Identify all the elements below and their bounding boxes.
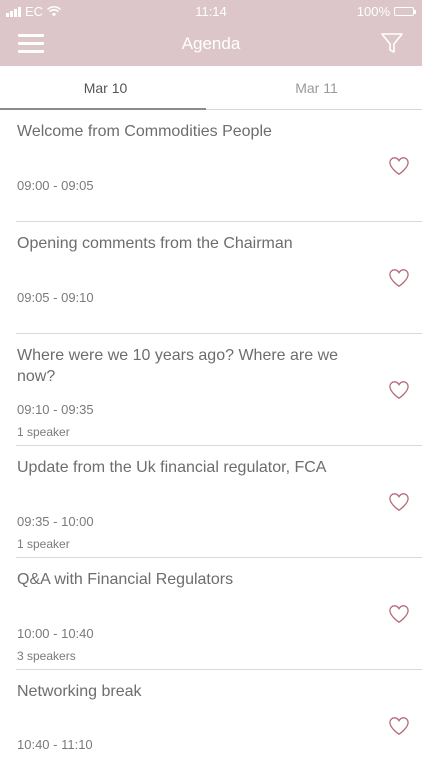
filter-icon[interactable] <box>380 31 404 55</box>
speaker-count: 1 speaker <box>17 425 70 439</box>
list-item[interactable]: Where were we 10 years ago? Where are we… <box>16 334 422 446</box>
agenda-list: Welcome from Commodities People 09:00 - … <box>0 110 422 782</box>
heart-icon[interactable] <box>388 492 410 512</box>
battery-percent: 100% <box>356 4 390 19</box>
session-time: 09:35 - 10:00 <box>17 514 94 529</box>
heart-icon[interactable] <box>388 716 410 736</box>
session-time: 09:00 - 09:05 <box>17 178 94 193</box>
date-tabs: Mar 10 Mar 11 <box>0 66 422 110</box>
session-title: Networking break <box>17 683 142 700</box>
speaker-count: 3 speakers <box>17 649 76 663</box>
nav-bar: Agenda <box>0 22 422 66</box>
battery-icon <box>394 7 416 16</box>
list-item[interactable]: Welcome from Commodities People 09:00 - … <box>16 110 422 222</box>
heart-icon[interactable] <box>388 156 410 176</box>
list-item[interactable]: Networking break 10:40 - 11:10 <box>16 670 422 782</box>
list-item[interactable]: Opening comments from the Chairman 09:05… <box>16 222 422 334</box>
speaker-count: 1 speaker <box>17 537 70 551</box>
session-time: 09:10 - 09:35 <box>17 402 94 417</box>
heart-icon[interactable] <box>388 604 410 624</box>
tab-mar-10[interactable]: Mar 10 <box>0 66 211 110</box>
session-title: Update from the Uk financial regulator, … <box>17 459 327 476</box>
header: EC 11:14 100% Agenda <box>0 0 422 66</box>
list-item[interactable]: Update from the Uk financial regulator, … <box>16 446 422 558</box>
heart-icon[interactable] <box>388 268 410 288</box>
status-bar: EC 11:14 100% <box>0 0 422 22</box>
session-time: 09:05 - 09:10 <box>17 290 94 305</box>
status-right: 100% <box>356 4 416 19</box>
list-item[interactable]: Q&A with Financial Regulators 10:00 - 10… <box>16 558 422 670</box>
session-title: Opening comments from the Chairman <box>17 235 293 252</box>
session-title: Q&A with Financial Regulators <box>17 571 234 588</box>
session-title: Where were we 10 years ago? Where are we… <box>17 347 339 385</box>
session-time: 10:00 - 10:40 <box>17 626 94 641</box>
heart-icon[interactable] <box>388 380 410 400</box>
tab-mar-11[interactable]: Mar 11 <box>211 66 422 110</box>
session-title: Welcome from Commodities People <box>17 123 272 140</box>
page-title: Agenda <box>181 34 241 53</box>
